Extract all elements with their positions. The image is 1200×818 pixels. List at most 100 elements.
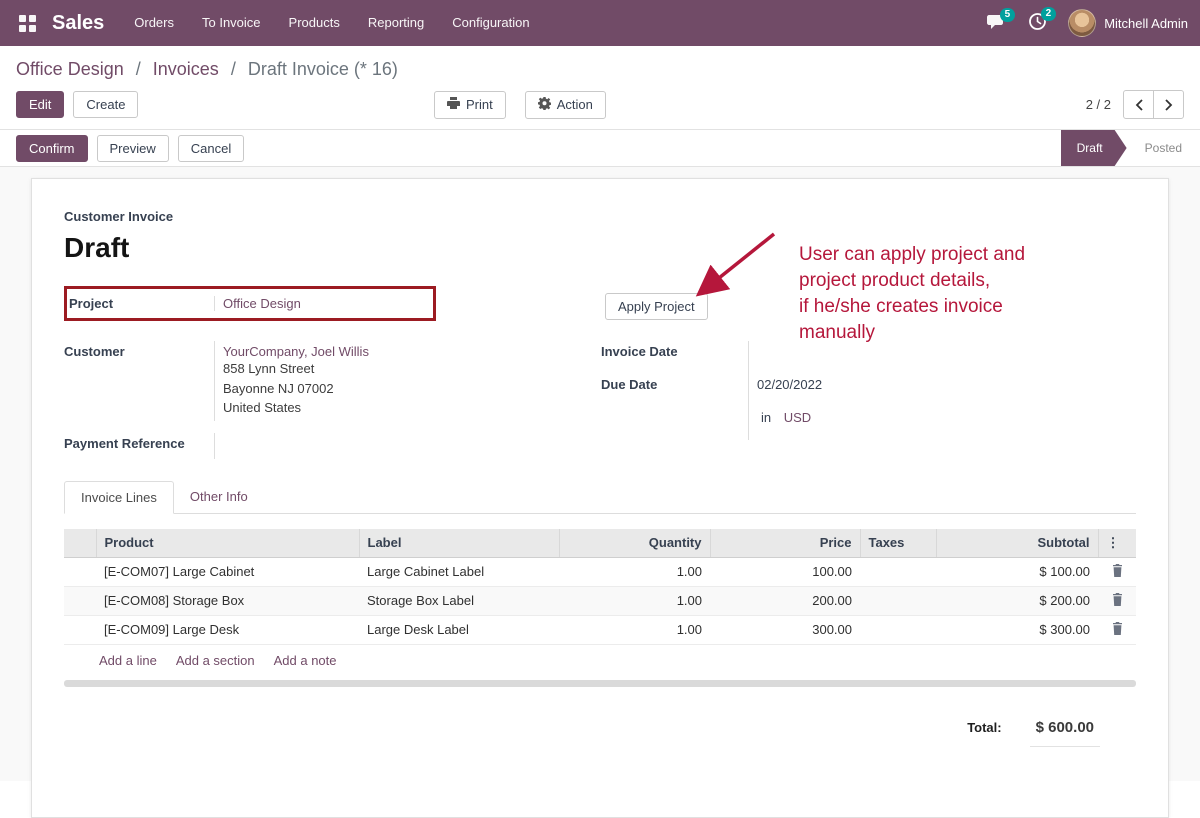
create-button[interactable]: Create	[73, 91, 138, 118]
menu-to-invoice[interactable]: To Invoice	[188, 0, 275, 46]
action-button[interactable]: Action	[525, 91, 606, 119]
table-row[interactable]: [E-COM08] Storage Box Storage Box Label …	[64, 586, 1136, 615]
table-row[interactable]: [E-COM07] Large Cabinet Large Cabinet La…	[64, 557, 1136, 586]
column-header-price[interactable]: Price	[710, 529, 860, 558]
annotation-arrow-icon	[672, 224, 792, 304]
annotation-text: User can apply project and project produ…	[799, 242, 1025, 346]
top-navbar: Sales Orders To Invoice Products Reporti…	[0, 0, 1200, 46]
cell-price[interactable]: 100.00	[710, 557, 860, 586]
chevron-left-icon	[1135, 99, 1143, 111]
messages-badge: 5	[1000, 8, 1016, 22]
cell-taxes[interactable]	[860, 586, 936, 615]
due-date-label: Due Date	[601, 374, 748, 407]
cell-quantity[interactable]: 1.00	[559, 615, 710, 644]
cancel-button[interactable]: Cancel	[178, 135, 244, 162]
project-field-highlight: Project Office Design	[64, 286, 436, 321]
customer-address-line: United States	[223, 398, 601, 418]
column-header-taxes[interactable]: Taxes	[860, 529, 936, 558]
apps-menu-icon[interactable]	[12, 8, 42, 38]
horizontal-scrollbar[interactable]	[64, 680, 1136, 687]
notebook-tabs: Invoice Lines Other Info	[64, 481, 1136, 514]
delete-row-icon[interactable]	[1112, 565, 1123, 580]
cell-product[interactable]: [E-COM07] Large Cabinet	[96, 557, 359, 586]
cell-price[interactable]: 300.00	[710, 615, 860, 644]
breadcrumb-office-design[interactable]: Office Design	[16, 59, 124, 79]
add-line-link[interactable]: Add a line	[99, 653, 157, 668]
cell-product[interactable]: [E-COM09] Large Desk	[96, 615, 359, 644]
messages-button[interactable]: 5	[975, 10, 1017, 37]
chevron-right-icon	[1165, 99, 1173, 111]
customer-link[interactable]: YourCompany, Joel Willis	[223, 344, 601, 359]
due-date-field: Due Date 02/20/2022	[601, 374, 1136, 407]
control-panel: Office Design / Invoices / Draft Invoice…	[0, 46, 1200, 130]
pager-previous-button[interactable]	[1123, 90, 1154, 119]
form-view: Customer Invoice Draft Project Office De…	[0, 167, 1200, 781]
cell-subtotal: $ 200.00	[936, 586, 1098, 615]
table-row[interactable]: [E-COM09] Large Desk Large Desk Label 1.…	[64, 615, 1136, 644]
cell-subtotal: $ 100.00	[936, 557, 1098, 586]
column-header-subtotal[interactable]: Subtotal	[936, 529, 1098, 558]
gear-icon	[538, 97, 551, 113]
menu-products[interactable]: Products	[275, 0, 354, 46]
pager-next-button[interactable]	[1153, 90, 1184, 119]
add-section-link[interactable]: Add a section	[176, 653, 255, 668]
currency-link[interactable]: USD	[784, 410, 811, 425]
print-button[interactable]: Print	[434, 91, 506, 119]
payment-reference-label: Payment Reference	[64, 433, 214, 459]
statusbar: Confirm Preview Cancel Draft Posted	[0, 130, 1200, 167]
printer-icon	[447, 97, 460, 113]
preview-button[interactable]: Preview	[97, 135, 169, 162]
cell-quantity[interactable]: 1.00	[559, 557, 710, 586]
currency-prefix: in	[761, 410, 771, 425]
breadcrumb: Office Design / Invoices / Draft Invoice…	[0, 46, 1200, 82]
cell-taxes[interactable]	[860, 615, 936, 644]
invoice-lines-table: Product Label Quantity Price Taxes Subto…	[64, 529, 1136, 645]
stage-draft[interactable]: Draft	[1061, 130, 1127, 166]
activities-badge: 2	[1041, 7, 1057, 21]
menu-configuration[interactable]: Configuration	[438, 0, 543, 46]
row-handle-cell	[64, 586, 96, 615]
column-header-label[interactable]: Label	[359, 529, 559, 558]
user-avatar[interactable]	[1068, 9, 1096, 37]
add-note-link[interactable]: Add a note	[274, 653, 337, 668]
cell-taxes[interactable]	[860, 557, 936, 586]
cell-product[interactable]: [E-COM08] Storage Box	[96, 586, 359, 615]
currency-field: in USD	[601, 407, 1136, 440]
cell-label[interactable]: Large Desk Label	[359, 615, 559, 644]
total-section: Total: $ 600.00	[64, 719, 1136, 747]
delete-row-icon[interactable]	[1112, 623, 1123, 638]
invoice-sheet: Customer Invoice Draft Project Office De…	[31, 178, 1169, 818]
customer-address-line: Bayonne NJ 07002	[223, 379, 601, 399]
cell-price[interactable]: 200.00	[710, 586, 860, 615]
project-field-label: Project	[67, 296, 214, 311]
menu-orders[interactable]: Orders	[120, 0, 188, 46]
pager-value: 2 / 2	[1086, 97, 1111, 112]
invoice-date-label: Invoice Date	[601, 341, 748, 374]
payment-reference-value[interactable]	[214, 433, 601, 459]
optional-columns-icon[interactable]: ⋮	[1098, 529, 1136, 558]
user-name[interactable]: Mitchell Admin	[1104, 16, 1188, 31]
activities-button[interactable]: 2	[1017, 9, 1058, 37]
column-header-product[interactable]: Product	[96, 529, 359, 558]
customer-address-line: 858 Lynn Street	[223, 359, 601, 379]
app-brand[interactable]: Sales	[52, 12, 104, 35]
due-date-value[interactable]: 02/20/2022	[748, 374, 1136, 407]
cell-subtotal: $ 300.00	[936, 615, 1098, 644]
breadcrumb-invoices[interactable]: Invoices	[153, 59, 219, 79]
row-handle-cell	[64, 615, 96, 644]
breadcrumb-separator: /	[231, 59, 236, 79]
tab-other-info[interactable]: Other Info	[174, 481, 264, 513]
delete-row-icon[interactable]	[1112, 594, 1123, 609]
cell-quantity[interactable]: 1.00	[559, 586, 710, 615]
tab-invoice-lines[interactable]: Invoice Lines	[64, 481, 174, 514]
project-field-value[interactable]: Office Design	[214, 296, 433, 311]
edit-button[interactable]: Edit	[16, 91, 64, 118]
cell-label[interactable]: Storage Box Label	[359, 586, 559, 615]
cell-label[interactable]: Large Cabinet Label	[359, 557, 559, 586]
menu-reporting[interactable]: Reporting	[354, 0, 438, 46]
confirm-button[interactable]: Confirm	[16, 135, 88, 162]
customer-field: Customer YourCompany, Joel Willis 858 Ly…	[64, 341, 601, 421]
stage-posted[interactable]: Posted	[1127, 130, 1200, 166]
payment-reference-field: Payment Reference	[64, 433, 601, 459]
column-header-quantity[interactable]: Quantity	[559, 529, 710, 558]
